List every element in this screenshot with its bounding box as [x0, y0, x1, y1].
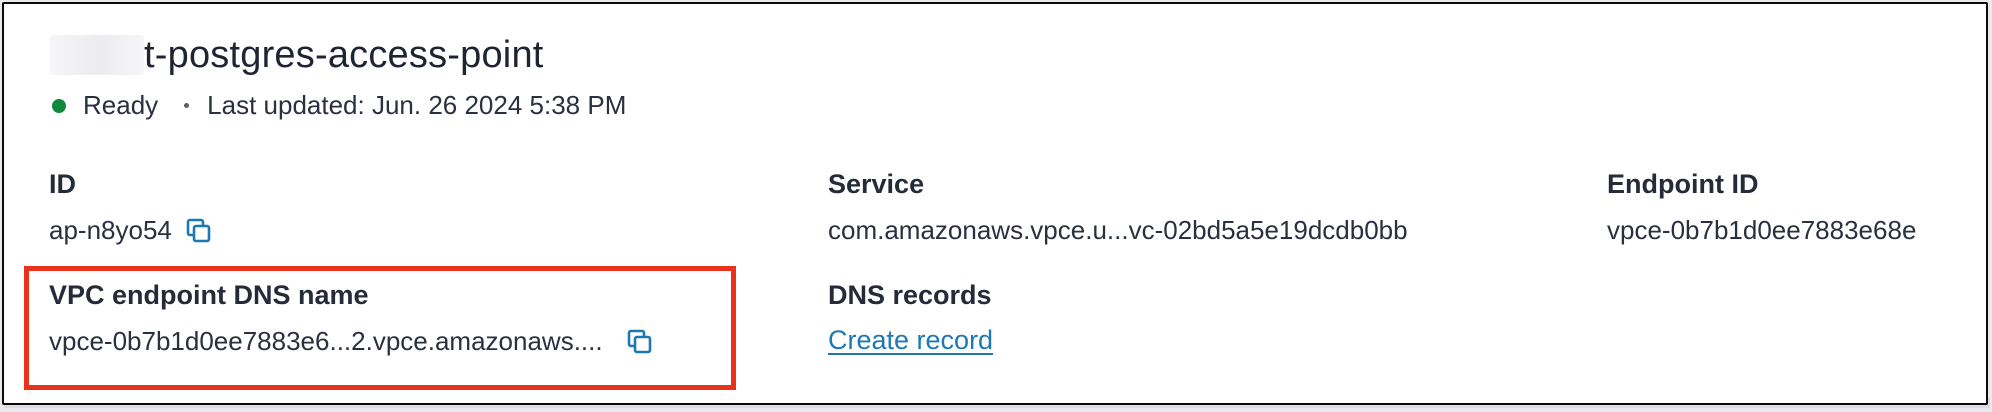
vpc-dns-name-value: vpce-0b7b1d0ee7883e6...2.vpce.amazonaws.… — [49, 326, 603, 356]
page-title: t-postgres-access-point — [144, 33, 544, 76]
separator-dot — [184, 103, 190, 108]
status-dot-icon — [52, 98, 66, 113]
vpc-dns-name-label: VPC endpoint DNS name — [49, 280, 369, 310]
redacted-title-prefix — [50, 35, 144, 75]
status-text: Ready — [83, 90, 159, 120]
copy-icon[interactable] — [186, 218, 212, 244]
dns-records-label: DNS records — [828, 280, 992, 310]
service-label: Service — [828, 169, 925, 199]
create-record-link[interactable]: Create record — [828, 325, 993, 356]
id-value-row: ap-n8yo54 — [49, 215, 212, 246]
last-updated-text: Last updated: Jun. 26 2024 5:38 PM — [207, 90, 627, 120]
service-value: com.amazonaws.vpce.u...vc-02bd5a5e19dcdb… — [828, 215, 1408, 245]
copy-icon[interactable] — [627, 329, 653, 355]
endpoint-id-label: Endpoint ID — [1607, 169, 1759, 199]
id-value: ap-n8yo54 — [49, 215, 172, 245]
vpc-dns-name-value-row: vpce-0b7b1d0ee7883e6...2.vpce.amazonaws.… — [49, 326, 653, 357]
endpoint-id-value: vpce-0b7b1d0ee7883e68e — [1607, 215, 1917, 245]
access-point-details-card: t-postgres-access-point Ready Last updat… — [2, 2, 1988, 405]
title-row: t-postgres-access-point — [50, 30, 544, 80]
id-label: ID — [49, 169, 76, 199]
status-row: Ready Last updated: Jun. 26 2024 5:38 PM — [52, 90, 626, 121]
